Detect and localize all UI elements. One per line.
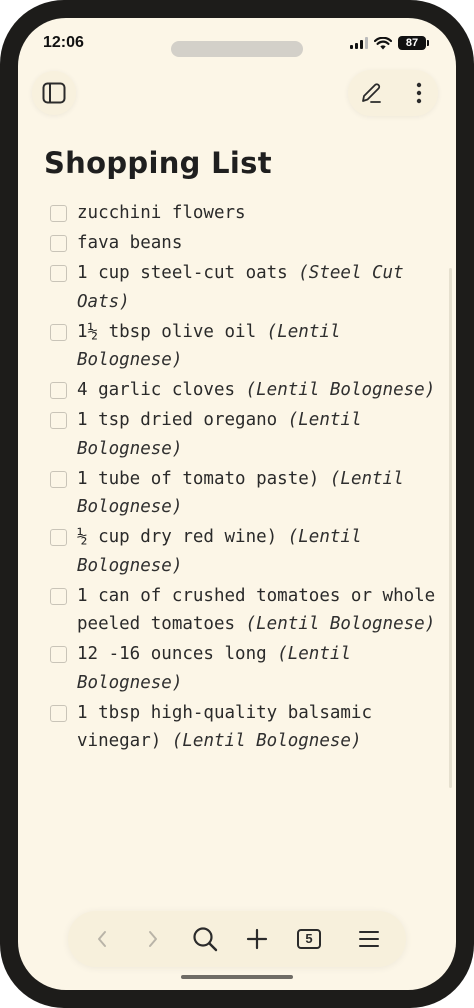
item-source-recipe: (Lentil Bolognese) — [245, 614, 436, 634]
add-button[interactable] — [237, 919, 277, 959]
vertical-dots-icon — [416, 82, 422, 104]
header-actions — [348, 70, 438, 116]
plus-icon — [246, 928, 268, 950]
item-checkbox[interactable] — [50, 265, 67, 282]
back-button[interactable] — [82, 919, 122, 959]
tab-count-badge: 5 — [297, 929, 321, 949]
item-source-recipe: (Lentil Bolognese) — [245, 380, 436, 400]
list-item: 1 cup steel-cut oats (Steel Cut Oats) — [48, 259, 438, 316]
dynamic-island — [171, 41, 303, 57]
item-checkbox[interactable] — [50, 529, 67, 546]
item-checkbox[interactable] — [50, 382, 67, 399]
phone-frame: 12:06 87 Shopping List zucchini flowers … — [0, 0, 474, 1008]
more-options-button[interactable] — [404, 76, 434, 110]
chevron-right-icon — [149, 931, 157, 947]
bottom-toolbar: 5 — [68, 911, 406, 967]
item-checkbox[interactable] — [50, 235, 67, 252]
item-text: 1 cup steel-cut oats — [77, 263, 288, 283]
note-title: Shopping List — [44, 146, 272, 180]
chevron-left-icon — [98, 931, 106, 947]
list-item: zucchini flowers — [48, 199, 438, 228]
item-text: 4 garlic cloves — [77, 380, 236, 400]
forward-button[interactable] — [133, 919, 173, 959]
signal-icon — [350, 37, 368, 49]
item-checkbox[interactable] — [50, 323, 67, 341]
list-item: 4 garlic cloves (Lentil Bolognese) — [48, 376, 438, 405]
search-icon — [193, 927, 218, 952]
item-checkbox[interactable] — [50, 470, 67, 488]
screen: 12:06 87 Shopping List zucchini flowers … — [18, 18, 456, 990]
item-text: 12 -16 ounces long — [77, 644, 267, 664]
list-item: ½ cup dry red wine) (Lentil Bolognese) — [48, 523, 438, 580]
tabs-button[interactable]: 5 — [289, 919, 329, 959]
wifi-icon — [374, 36, 392, 49]
edit-button[interactable] — [354, 76, 388, 110]
status-icons: 87 — [350, 36, 429, 50]
item-text: 1½ tbsp olive oil — [77, 321, 257, 342]
item-text: zucchini flowers — [77, 203, 246, 223]
sidebar-toggle-button[interactable] — [32, 71, 76, 115]
pencil-icon — [362, 83, 381, 103]
list-item: 1 tube of tomato paste) (Lentil Bolognes… — [48, 465, 438, 522]
item-checkbox[interactable] — [50, 412, 67, 429]
sidebar-toggle-icon — [42, 82, 66, 104]
status-time: 12:06 — [43, 34, 84, 51]
shopping-list: zucchini flowers fava beans 1 cup steel-cu… — [48, 199, 438, 757]
home-indicator[interactable] — [181, 975, 293, 979]
item-text: 1 tsp dried oregano — [77, 410, 278, 430]
item-checkbox[interactable] — [50, 646, 67, 663]
scrollbar[interactable] — [449, 268, 452, 788]
list-item: 1½ tbsp olive oil (Lentil Bolognese) — [48, 318, 438, 375]
item-checkbox[interactable] — [50, 205, 67, 222]
list-item: 1 tbsp high-quality balsamic vinegar) (L… — [48, 699, 438, 756]
menu-button[interactable] — [349, 919, 389, 959]
item-text: 1 tube of tomato paste) — [77, 468, 320, 489]
list-item: 12 -16 ounces long (Lentil Bolognese) — [48, 640, 438, 697]
item-checkbox[interactable] — [50, 704, 67, 722]
list-item: fava beans — [48, 229, 438, 258]
item-text: ½ cup dry red wine) — [77, 527, 278, 547]
item-text: fava beans — [77, 233, 183, 253]
list-item: 1 can of crushed tomatoes or whole peele… — [48, 582, 438, 639]
search-button[interactable] — [185, 919, 225, 959]
list-item: 1 tsp dried oregano (Lentil Bolognese) — [48, 406, 438, 463]
item-source-recipe: (Lentil Bolognese) — [171, 731, 362, 751]
item-checkbox[interactable] — [50, 587, 67, 605]
hamburger-icon — [359, 931, 379, 947]
battery-indicator: 87 — [398, 36, 429, 50]
